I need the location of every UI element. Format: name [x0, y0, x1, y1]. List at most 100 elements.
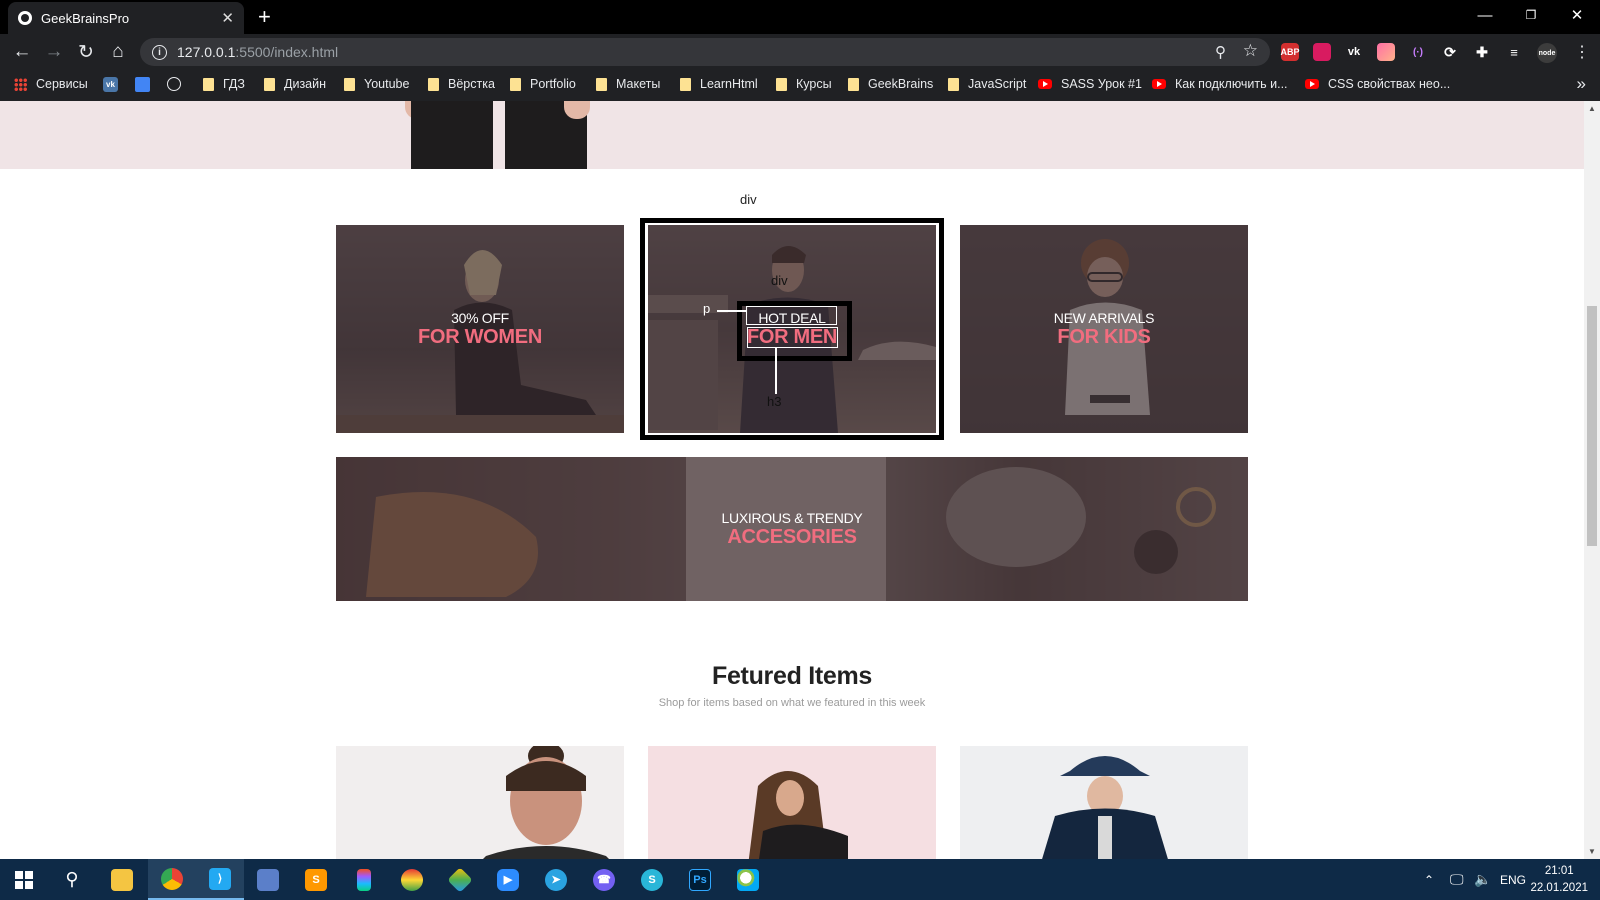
taskbar-figma[interactable]	[340, 859, 388, 900]
grid-extension-icon[interactable]	[1313, 43, 1331, 61]
taskbar-viber[interactable]: ☎	[580, 859, 628, 900]
address-bar[interactable]: i 127.0.0.1:5500/index.html ⚲ ☆	[140, 38, 1270, 66]
bookmark-folder-javascript[interactable]: JavaScript	[948, 77, 1026, 91]
sync-icon[interactable]: ⟳	[1441, 43, 1459, 61]
figma-icon	[357, 868, 371, 891]
taskbar-git[interactable]	[436, 859, 484, 900]
bookmark-folder-learnhtml[interactable]: LearnHtml	[680, 77, 758, 91]
restore-button[interactable]: ❐	[1508, 0, 1554, 30]
bookmark-folder-makety[interactable]: Макеты	[596, 77, 660, 91]
bookmark-translate[interactable]	[135, 77, 159, 92]
devtools-div-label: div	[740, 192, 757, 207]
bookmark-folder-portfolio[interactable]: Portfolio	[510, 77, 576, 91]
home-icon[interactable]: ⌂	[106, 40, 130, 64]
close-window-button[interactable]: ✕	[1554, 0, 1600, 30]
taskbar-colors[interactable]	[388, 859, 436, 900]
bookmark-label: SASS Урок #1	[1061, 77, 1142, 91]
system-clock[interactable]: 21:01 22.01.2021	[1530, 863, 1588, 897]
devtools-highlight-h3	[747, 327, 838, 348]
taskbar-explorer[interactable]	[98, 859, 146, 900]
more-bookmarks-icon[interactable]: »	[1577, 74, 1586, 94]
telegram-icon: ➤	[545, 868, 567, 891]
taskbar-telegram[interactable]: ➤	[532, 859, 580, 900]
folder-icon	[848, 77, 859, 91]
devtools-leader-h3	[775, 348, 777, 394]
bookmark-folder-geekbrains[interactable]: GeekBrains	[848, 77, 933, 91]
start-button[interactable]	[0, 859, 48, 900]
reading-list-icon[interactable]: ≡	[1505, 43, 1523, 61]
bookmark-folder-kursy[interactable]: Курсы	[776, 77, 832, 91]
bookmark-services[interactable]: Сервисы	[14, 77, 88, 91]
product-card[interactable]	[960, 746, 1248, 859]
bookmark-label: CSS свойствах нео...	[1328, 77, 1451, 91]
featured-subtitle: Shop for items based on what we featured…	[658, 697, 926, 709]
globe-icon	[18, 11, 32, 25]
banner-accessories[interactable]: LUXIROUS & TRENDY ACCESORIES	[336, 457, 1248, 601]
forward-arrow-icon[interactable]: →	[42, 40, 66, 64]
zoom-icon[interactable]: ⚲	[1215, 43, 1226, 61]
color-picker-icon	[401, 868, 423, 891]
bookmark-how-to-connect[interactable]: Как подключить и...	[1152, 77, 1288, 91]
bookmark-folder-verstka[interactable]: Вёрстка	[428, 77, 495, 91]
banner-title: FOR WOMEN	[418, 325, 542, 348]
taskbar-photoshop[interactable]: Ps	[676, 859, 724, 900]
bookmark-folder-design[interactable]: Дизайн	[264, 77, 326, 91]
minimize-button[interactable]: —	[1462, 0, 1508, 30]
scrollbar-thumb[interactable]	[1587, 306, 1597, 546]
devtools-inner-div-label: div	[771, 273, 788, 288]
browser-tab[interactable]: GeekBrainsPro ✕	[8, 2, 244, 34]
search-button[interactable]: ⚲	[48, 859, 96, 900]
windows-taskbar: ⚲ ⟩ S ▶ ➤ ☎ S Ps ⌃ 🖵 🔈 ENG 21:01 22.01.2…	[0, 859, 1600, 900]
taskbar-skype[interactable]: S	[628, 859, 676, 900]
bookmark-vk[interactable]: vk	[103, 77, 127, 92]
vk-extension-icon[interactable]: vk	[1345, 43, 1363, 61]
network-icon[interactable]: 🖵	[1450, 859, 1464, 900]
banner-subtitle: NEW ARRIVALS	[1053, 309, 1155, 326]
scroll-up-icon[interactable]: ▲	[1588, 104, 1596, 113]
bookmark-css-properties[interactable]: CSS свойствах нео...	[1305, 77, 1450, 91]
folder-icon	[428, 77, 439, 91]
banner-kids[interactable]: NEW ARRIVALS FOR KIDS	[960, 225, 1248, 433]
taskbar-vscode[interactable]: ⟩	[196, 859, 244, 900]
google-translate-icon	[135, 77, 150, 92]
gradient-extension-icon[interactable]	[1377, 43, 1395, 61]
taskbar-sublime[interactable]: S	[292, 859, 340, 900]
language-indicator[interactable]: ENG	[1500, 859, 1526, 900]
taskbar-paint[interactable]	[724, 859, 772, 900]
product-card[interactable]	[336, 746, 624, 859]
browser-toolbar: ← → ↻ ⌂ i 127.0.0.1:5500/index.html ⚲ ☆ …	[0, 34, 1600, 70]
bookmark-label: Макеты	[616, 77, 661, 91]
folder-icon	[596, 77, 607, 91]
clock-time: 21:01	[1544, 865, 1574, 877]
reload-icon[interactable]: ↻	[74, 40, 98, 64]
bookmark-label: Youtube	[364, 77, 410, 91]
puzzle-extensions-icon[interactable]: ✚	[1473, 43, 1491, 61]
back-arrow-icon[interactable]: ←	[10, 40, 34, 64]
product-card[interactable]	[648, 746, 936, 859]
bookmark-sass-lesson[interactable]: SASS Урок #1	[1038, 77, 1142, 91]
taskbar-save[interactable]	[244, 859, 292, 900]
folder-icon	[680, 77, 691, 91]
taskbar-zoom[interactable]: ▶	[484, 859, 532, 900]
banner-women[interactable]: 30% OFF FOR WOMEN	[336, 225, 624, 433]
vk-icon: vk	[103, 77, 118, 92]
new-tab-button[interactable]: +	[258, 5, 271, 29]
close-tab-icon[interactable]: ✕	[221, 9, 234, 27]
taskbar-chrome[interactable]	[148, 859, 196, 900]
volume-icon[interactable]: 🔈	[1474, 859, 1491, 900]
node-extension-icon[interactable]: node	[1537, 43, 1557, 63]
tray-chevron-icon[interactable]: ⌃	[1424, 859, 1434, 900]
bookmark-folder-gdz[interactable]: ГДЗ	[203, 77, 245, 91]
site-info-icon[interactable]: i	[152, 44, 167, 60]
menu-kebab-icon[interactable]: ⋮	[1570, 40, 1594, 64]
adblock-icon[interactable]: ABP	[1281, 43, 1300, 61]
banner-title: ACCESORIES	[727, 525, 857, 548]
scroll-down-icon[interactable]: ▼	[1588, 847, 1596, 856]
bookmark-folder-youtube[interactable]: Youtube	[344, 77, 409, 91]
live-server-icon[interactable]: (·)	[1409, 43, 1427, 61]
bookmark-star-icon[interactable]: ☆	[1243, 41, 1258, 61]
bookmark-label: Как подключить и...	[1175, 77, 1288, 91]
page-scrollbar[interactable]: ▲ ▼	[1584, 101, 1600, 859]
banner-subtitle: LUXIROUS & TRENDY	[721, 509, 863, 526]
bookmark-globe[interactable]	[167, 77, 190, 91]
